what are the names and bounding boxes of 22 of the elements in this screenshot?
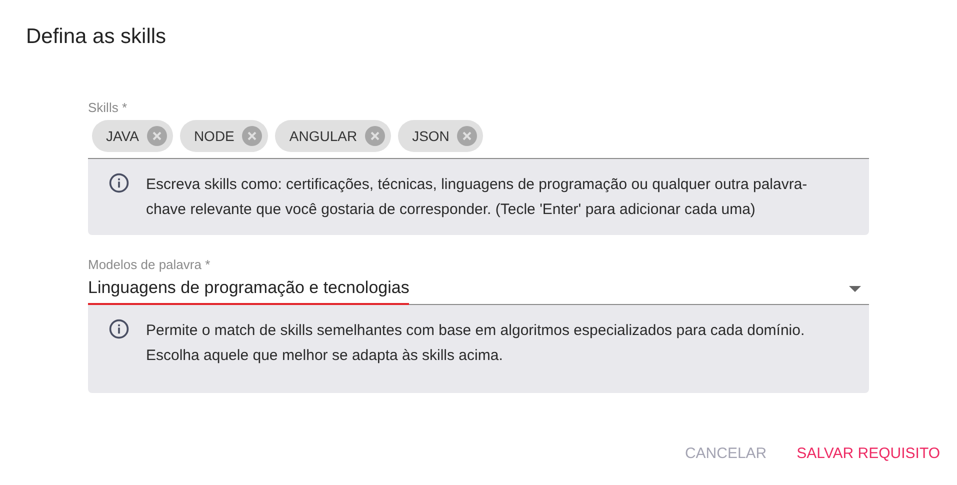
field-label: Modelos de palavra *: [88, 256, 212, 274]
chip-label: NODE: [194, 126, 234, 146]
skill-chip[interactable]: JAVA: [92, 120, 173, 152]
skill-chip[interactable]: JSON: [398, 120, 484, 152]
remove-icon[interactable]: [242, 126, 262, 146]
chip-label: JAVA: [106, 126, 139, 146]
info-icon: [108, 172, 130, 194]
skill-chip[interactable]: NODE: [180, 120, 268, 152]
dialog-title: Defina as skills: [26, 24, 168, 50]
remove-icon[interactable]: [146, 126, 167, 146]
hint-text: Escreva skills como: certificações, técnicas, linguagens de programação ou qualquer outra palavra-chave relevante que você gostaria de corresponder. (Tecle 'Enter' para adicionar cada uma): [146, 175, 808, 220]
dropdown-caret-icon[interactable]: [849, 286, 861, 292]
skill-chip[interactable]: ANGULAR: [275, 120, 392, 152]
skills-input-field[interactable]: JAVA NODE ANGULAR JSON: [88, 117, 869, 159]
field-label: Skills *: [88, 98, 128, 116]
remove-icon[interactable]: [457, 126, 478, 146]
hint-text: Permite o match de skills semelhantes com base em algoritmos especializados para cada domínio. Escolha aquele que melhor se adapta às skills acima.: [146, 320, 806, 366]
chip-label: ANGULAR: [289, 126, 358, 146]
chip-label: JSON: [412, 126, 450, 146]
save-button[interactable]: SALVAR REQUISITO: [796, 442, 941, 466]
remove-icon[interactable]: [365, 126, 386, 146]
info-icon: [108, 318, 130, 340]
